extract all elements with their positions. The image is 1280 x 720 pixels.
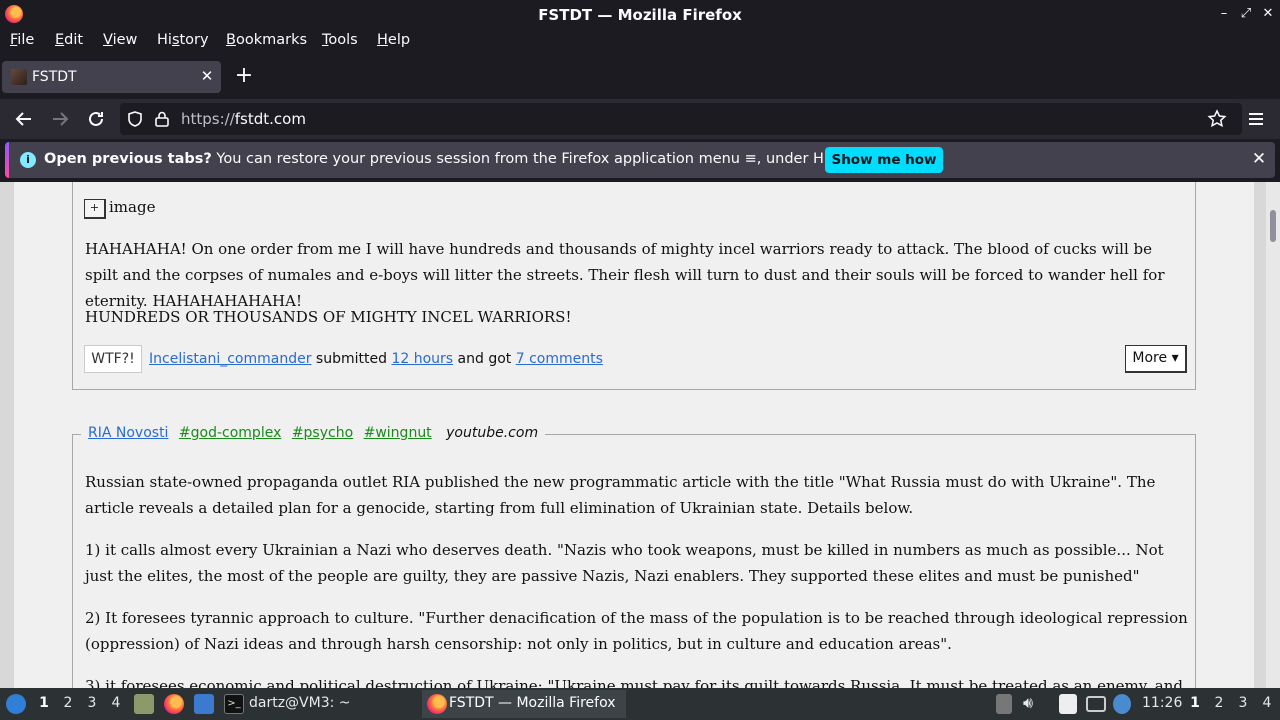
post-paragraph: HAHAHAHA! On one order from me I will ha… [85,240,1165,310]
post-card: RIA Novosti #god-complex #psycho #wingnu… [72,425,1196,688]
start-menu-icon[interactable] [6,694,26,714]
menu-tools[interactable]: Tools [322,32,358,48]
source-link[interactable]: RIA Novosti [88,425,168,441]
meta-text: submitted [311,351,392,367]
desktop-icon[interactable] [194,694,214,714]
tab-strip: FSTDT ✕ + [0,55,1280,99]
post-paragraph: Russian state-owned propaganda outlet RI… [85,473,1156,517]
network-icon[interactable] [1113,694,1131,714]
notification-accent [5,142,9,178]
workspace-2[interactable]: 2 [60,695,76,711]
page-content: + image HAHAHAHA! On one order from me I… [14,182,1254,688]
navigation-bar: https://fstdt.com [0,99,1280,139]
volume-icon[interactable]: 🔊︎ [1023,693,1033,713]
post-domain: youtube.com [446,425,539,441]
menu-bar: File Edit View History Bookmarks Tools H… [0,29,1280,55]
workspace-4[interactable]: 4 [108,695,124,711]
workspace-right-2[interactable]: 2 [1211,695,1227,711]
time-link[interactable]: 12 hours [391,351,453,367]
workspace-right-1[interactable]: 1 [1187,695,1203,711]
tag-link[interactable]: #wingnut [364,425,432,441]
terminal-icon[interactable]: >_ [224,694,244,714]
wtf-vote-button[interactable]: WTF?! [84,345,142,373]
taskbar: 1 2 3 4 >_ dartz@VM3: ~ FSTDT — Mozilla … [0,688,1280,720]
menu-file[interactable]: File [10,32,34,48]
menu-help[interactable]: Help [377,32,410,48]
site-favicon-icon [11,69,27,85]
show-me-how-button[interactable]: Show me how [825,147,943,173]
tab-close-icon[interactable]: ✕ [198,67,216,85]
firefox-icon [427,694,447,714]
workspace-right-3[interactable]: 3 [1235,695,1251,711]
author-link[interactable]: Incelistani_commander [149,351,311,367]
expand-image-button[interactable]: + [84,199,106,219]
reload-icon[interactable] [84,107,108,131]
page-viewport: + image HAHAHAHA! On one order from me I… [0,182,1280,688]
info-icon: i [20,152,36,168]
clipboard-icon[interactable] [996,694,1012,714]
comments-link[interactable]: 7 comments [516,351,603,367]
tab-label: FSTDT [32,69,77,85]
workspace-3[interactable]: 3 [84,695,100,711]
tag-link[interactable]: #psycho [292,425,353,441]
menu-edit[interactable]: Edit [55,32,83,48]
url-bar[interactable]: https://fstdt.com [120,103,1242,135]
tag-link[interactable]: #god-complex [179,425,281,441]
menu-bookmarks[interactable]: Bookmarks [226,32,307,48]
notification-message: Open previous tabs? You can restore your… [44,151,868,167]
display-icon[interactable] [1086,696,1106,712]
title-bar: FSTDT — Mozilla Firefox – ⤢ ✕ [0,0,1280,29]
lock-icon[interactable] [153,110,171,128]
image-label: image [109,198,156,216]
clock[interactable]: 11:26 [1142,695,1182,711]
terminal-window-button[interactable]: dartz@VM3: ~ [249,695,351,711]
notes-icon[interactable] [1059,694,1077,714]
post-card: + image HAHAHAHA! On one order from me I… [72,182,1196,390]
restore-session-notification: i Open previous tabs? You can restore yo… [5,142,1275,178]
file-manager-icon[interactable] [134,694,154,714]
post-paragraph: 1) it calls almost every Ukrainian a Naz… [85,541,1164,585]
firefox-launcher-icon[interactable] [164,694,184,714]
tracking-shield-icon[interactable] [126,110,144,128]
minimize-button[interactable]: – [1214,4,1234,24]
workspace-1[interactable]: 1 [36,695,52,711]
post-paragraph: 3) it foresees economic and political de… [85,677,1183,688]
workspace-right-4[interactable]: 4 [1259,695,1275,711]
maximize-button[interactable]: ⤢ [1236,4,1256,24]
close-icon[interactable]: ✕ [1248,148,1270,170]
meta-text: and got [453,351,516,367]
tab-fstdt[interactable]: FSTDT ✕ [2,61,221,93]
bookmark-star-icon[interactable] [1207,109,1227,129]
scrollbar-thumb[interactable] [1270,210,1276,242]
firefox-window-label: FSTDT — Mozilla Firefox [449,695,616,711]
app-menu-icon[interactable] [1244,107,1268,131]
menu-history[interactable]: History [157,32,209,48]
url-text[interactable]: https://fstdt.com [181,110,306,128]
forward-arrow-icon[interactable] [48,107,72,131]
post-header: RIA Novosti #god-complex #psycho #wingnu… [81,425,546,441]
post-meta: Incelistani_commander submitted 12 hours… [149,351,603,367]
post-paragraph: 2) It foresees tyrannic approach to cult… [85,609,1188,653]
post-paragraph: HUNDREDS OR THOUSANDS OF MIGHTY INCEL WA… [85,308,572,326]
new-tab-button[interactable]: + [233,65,255,87]
back-arrow-icon[interactable] [12,107,36,131]
more-dropdown-button[interactable]: More ▾ [1125,345,1187,373]
close-window-button[interactable]: ✕ [1258,4,1278,24]
window-title: FSTDT — Mozilla Firefox [538,6,742,24]
vertical-scrollbar[interactable] [1266,182,1280,688]
menu-view[interactable]: View [103,32,137,48]
firefox-window-button[interactable]: FSTDT — Mozilla Firefox [422,690,626,718]
